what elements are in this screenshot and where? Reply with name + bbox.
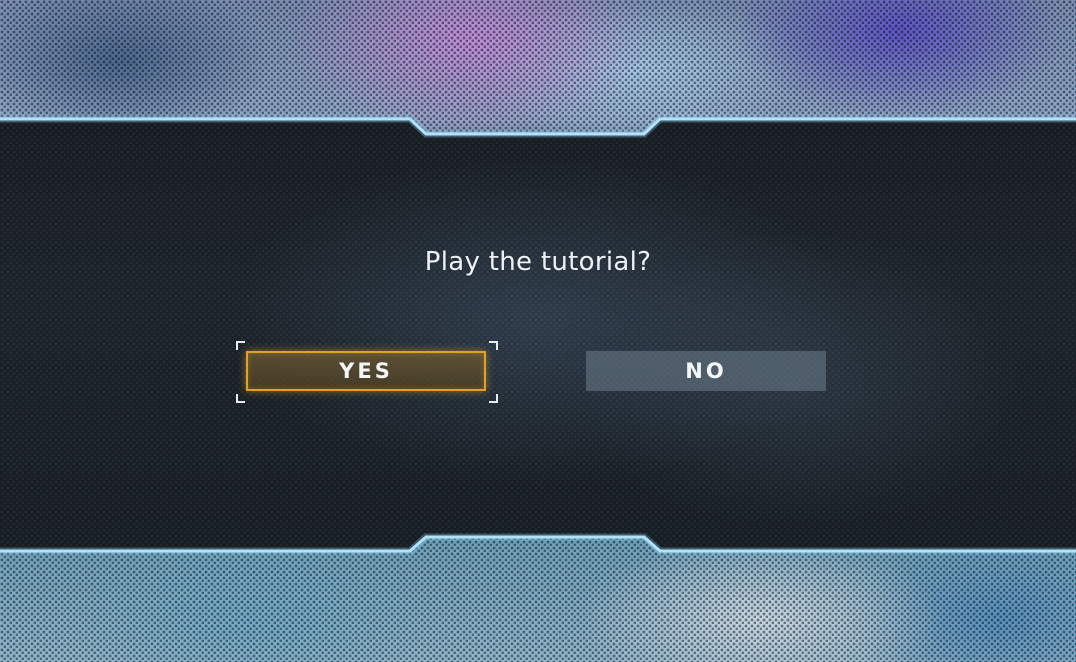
selection-corner-bottom-right <box>489 394 498 403</box>
panel-top-border-glow <box>0 115 1076 138</box>
panel-bottom-border-glow <box>0 533 1076 555</box>
yes-button-label: YES <box>339 359 393 383</box>
yes-button[interactable]: YES <box>246 351 486 391</box>
selection-corner-top-left <box>236 341 245 350</box>
panel-frame <box>0 115 1076 555</box>
selection-corner-bottom-left <box>236 394 245 403</box>
no-button[interactable]: NO <box>586 351 826 391</box>
no-button-label: NO <box>685 359 727 383</box>
dialog-prompt: Play the tutorial? <box>424 247 652 277</box>
selection-corner-top-right <box>489 341 498 350</box>
game-screen: Play the tutorial? YES NO <box>0 0 1076 662</box>
